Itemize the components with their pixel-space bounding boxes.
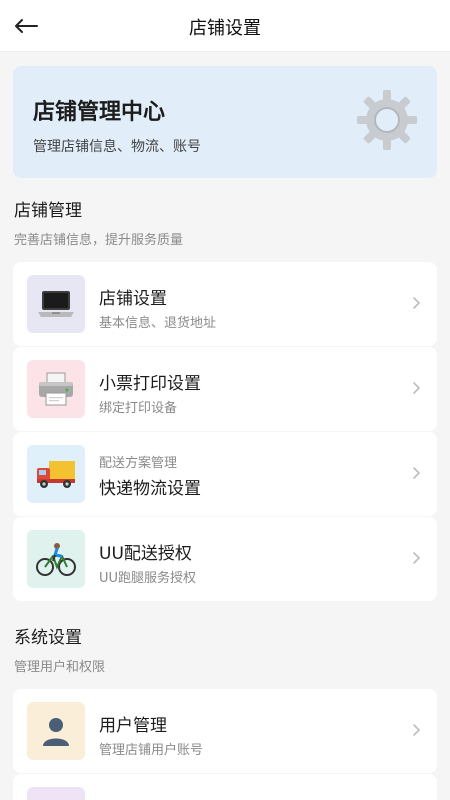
- top-bar: 店铺设置: [0, 0, 450, 52]
- cyclist-icon: [27, 530, 85, 588]
- user-management-item[interactable]: 用户管理 管理店铺用户账号: [13, 689, 437, 773]
- role-icon: [27, 787, 85, 800]
- receipt-print-settings-item[interactable]: 小票打印设置 绑定打印设备: [13, 347, 437, 431]
- next-item-partial[interactable]: [13, 774, 437, 800]
- express-logistics-subtitle: 配送方案管理: [99, 456, 178, 471]
- receipt-print-subtitle: 绑定打印设备: [99, 401, 178, 416]
- user-icon: [27, 702, 85, 760]
- store-settings-title: 店铺设置: [99, 289, 167, 309]
- chevron-right-icon: [413, 552, 421, 564]
- section-subtitle-store-management: 完善店铺信息，提升服务质量: [14, 233, 184, 248]
- laptop-icon: [27, 275, 85, 333]
- section-subtitle-system-settings: 管理用户和权限: [14, 660, 106, 675]
- hero-banner: 店铺管理中心 管理店铺信息、物流、账号: [13, 66, 437, 178]
- express-logistics-title: 快递物流设置: [99, 479, 201, 499]
- store-settings-subtitle: 基本信息、退货地址: [99, 316, 217, 331]
- uu-delivery-authorization-item[interactable]: UU配送授权 UU跑腿服务授权: [13, 517, 437, 601]
- hero-title: 店铺管理中心: [33, 100, 166, 125]
- chevron-right-icon: [413, 724, 421, 736]
- user-management-subtitle: 管理店铺用户账号: [99, 743, 204, 758]
- user-management-title: 用户管理: [99, 716, 167, 736]
- receipt-print-title: 小票打印设置: [99, 374, 201, 394]
- page-title: 店铺设置: [189, 18, 261, 39]
- chevron-right-icon: [413, 297, 421, 309]
- uu-delivery-title: UU配送授权: [99, 544, 192, 564]
- gear-icon: [357, 90, 417, 150]
- section-title-store-management: 店铺管理: [14, 201, 82, 221]
- printer-icon: [27, 360, 85, 418]
- hero-subtitle: 管理店铺信息、物流、账号: [33, 139, 201, 155]
- section-title-system-settings: 系统设置: [14, 628, 82, 648]
- chevron-right-icon: [413, 382, 421, 394]
- chevron-right-icon: [413, 467, 421, 479]
- store-settings-item[interactable]: 店铺设置 基本信息、退货地址: [13, 262, 437, 346]
- express-logistics-settings-item[interactable]: 配送方案管理 快递物流设置: [13, 432, 437, 516]
- delivery-truck-icon: [27, 445, 85, 503]
- uu-delivery-subtitle: UU跑腿服务授权: [99, 571, 197, 586]
